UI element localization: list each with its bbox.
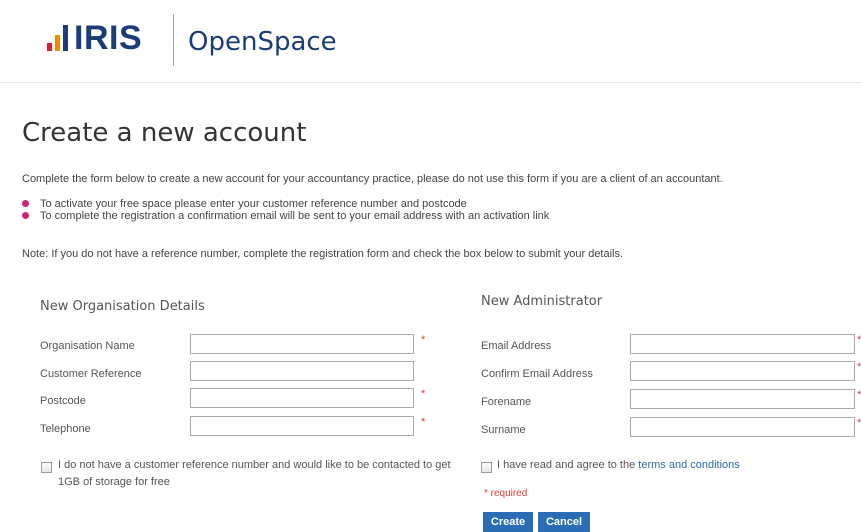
customer-reference-label: Customer Reference: [40, 368, 142, 380]
surname-label: Surname: [481, 424, 526, 436]
organisation-name-label: Organisation Name: [40, 340, 135, 352]
terms-link[interactable]: terms and conditions: [638, 459, 740, 471]
email-address-input[interactable]: [630, 334, 855, 354]
logo-text: IRIS: [74, 19, 143, 57]
note-text: Note: If you do not have a reference num…: [22, 248, 624, 260]
required-marker: *: [857, 417, 861, 429]
required-marker: *: [857, 334, 861, 346]
info-list: To activate your free space please enter…: [22, 198, 549, 222]
logo-divider: [173, 14, 174, 66]
required-marker: *: [421, 416, 426, 428]
required-marker: *: [421, 388, 426, 400]
no-reference-checkbox[interactable]: [41, 462, 52, 473]
required-note: * required: [484, 488, 528, 499]
cancel-button[interactable]: Cancel: [538, 512, 590, 532]
telephone-label: Telephone: [40, 423, 91, 435]
bullet-icon: [22, 200, 29, 207]
required-marker: *: [857, 389, 861, 401]
customer-reference-input[interactable]: [190, 361, 414, 381]
list-item: To complete the registration a confirmat…: [22, 210, 549, 222]
create-button[interactable]: Create: [483, 512, 533, 532]
list-item-text: To activate your free space please enter…: [40, 198, 467, 210]
iris-logo[interactable]: IRIS: [47, 21, 142, 55]
terms-checkbox[interactable]: [481, 462, 492, 473]
email-address-label: Email Address: [481, 340, 552, 352]
logo-bars-icon: [47, 25, 71, 51]
surname-input[interactable]: [630, 417, 855, 437]
telephone-input[interactable]: [190, 416, 414, 436]
forename-label: Forename: [481, 396, 532, 408]
confirm-email-input[interactable]: [630, 361, 855, 381]
postcode-label: Postcode: [40, 395, 86, 407]
administrator-section-title: New Administrator: [481, 294, 603, 309]
terms-prefix-text: I have read and agree to the: [497, 459, 636, 471]
list-item-text: To complete the registration a confirmat…: [40, 210, 550, 222]
organisation-section-title: New Organisation Details: [40, 299, 205, 314]
product-name: OpenSpace: [188, 27, 337, 57]
intro-text: Complete the form below to create a new …: [22, 173, 723, 185]
postcode-input[interactable]: [190, 388, 414, 408]
page-title: Create a new account: [22, 118, 307, 148]
header-bar: IRIS OpenSpace: [0, 0, 861, 83]
forename-input[interactable]: [630, 389, 855, 409]
confirm-email-label: Confirm Email Address: [481, 368, 593, 380]
no-reference-checkbox-label: I do not have a customer reference numbe…: [58, 459, 451, 488]
list-item: To activate your free space please enter…: [22, 198, 549, 210]
terms-checkbox-label: I have read and agree to the terms and c…: [497, 457, 837, 474]
bullet-icon: [22, 212, 29, 219]
organisation-name-input[interactable]: [190, 334, 414, 354]
required-marker: *: [421, 334, 426, 346]
required-marker: *: [857, 361, 861, 373]
